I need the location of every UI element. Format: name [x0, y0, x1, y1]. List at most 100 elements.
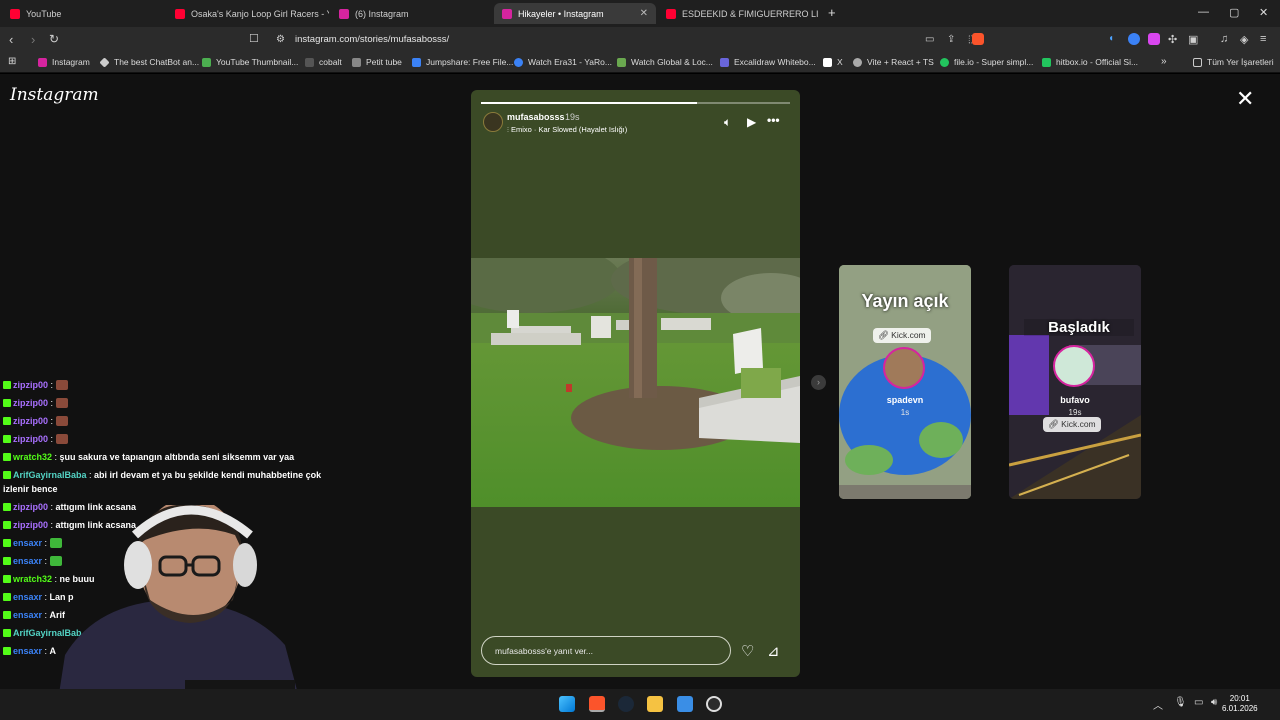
tab-label: Hikayeler • Instagram — [518, 8, 604, 19]
tab-live[interactable]: ESDEEKID & FIMIGUERRERO LIVE @ — [658, 3, 818, 24]
tab-label: ESDEEKID & FIMIGUERRERO LIVE @ — [682, 8, 818, 19]
chat-separator: : — [52, 452, 60, 462]
more-options-icon[interactable]: ••• — [767, 113, 780, 127]
emote-icon — [55, 434, 68, 444]
cemetery-photo — [471, 258, 800, 507]
bookmark-hitbox[interactable]: hitbox.io - Official Si... — [1042, 57, 1138, 67]
webcam-overlay — [55, 505, 305, 720]
avatar[interactable] — [883, 347, 925, 389]
kick-badge-icon — [3, 521, 11, 529]
send-icon[interactable]: ⊿ — [767, 642, 780, 660]
bookmark-vite[interactable]: Vite + React + TS — [853, 57, 934, 67]
cast-icon[interactable]: ▭ — [925, 34, 934, 45]
brave-icon[interactable] — [589, 696, 605, 712]
tab-youtube[interactable]: YouTube — [2, 3, 167, 24]
site-settings-icon[interactable]: ⚙ — [276, 34, 285, 45]
tab-instagram[interactable]: (6) Instagram — [331, 3, 493, 24]
kick-link-chip[interactable]: 🔗︎ Kick.com — [1043, 417, 1101, 432]
kick-badge-icon — [3, 647, 11, 655]
minimize-button[interactable]: — — [1198, 6, 1209, 18]
close-tab-icon[interactable]: ✕ — [640, 8, 648, 19]
jumpshare-icon — [412, 57, 421, 67]
extension-audio-icon[interactable]: ◖ — [1108, 33, 1120, 45]
bookmark-fileio[interactable]: file.io - Super simpl... — [940, 57, 1033, 67]
side-story-title: Başladık — [1024, 319, 1134, 336]
side-story-card[interactable]: Başladık bufavo 19s 🔗︎ Kick.com — [1009, 265, 1141, 499]
reply-input[interactable]: mufasabosss'e yanıt ver... — [481, 636, 731, 665]
chat-username[interactable]: wratch32 — [13, 452, 52, 462]
chat-username[interactable]: zipzip00 — [13, 398, 48, 408]
youtube-icon — [175, 8, 185, 19]
story-viewer[interactable]: mufasabosss 19s ⫶ Emixo · Kar Slowed (Ha… — [471, 90, 800, 677]
extension-pink-icon[interactable] — [1148, 33, 1160, 45]
forward-icon[interactable]: › — [31, 32, 35, 47]
address-bar: ‹ › ↻ ☐ ⚙ instagram.com/stories/mufasabo… — [0, 27, 1280, 53]
chat-username[interactable]: zipzip00 — [13, 380, 48, 390]
url-field[interactable]: instagram.com/stories/mufasabosss/ — [295, 34, 449, 45]
windows-start-icon[interactable] — [559, 696, 575, 712]
bookmark-x[interactable]: X — [823, 57, 843, 67]
more-bookmarks-icon[interactable]: » — [1161, 56, 1167, 67]
bookmark-chatbot[interactable]: The best ChatBot an... — [99, 56, 199, 68]
music-icon[interactable]: ♫ — [1220, 33, 1228, 45]
bookmark-era31[interactable]: Watch Era31 - YaRo... — [514, 57, 612, 67]
apps-grid-icon[interactable]: ⊞ — [8, 56, 16, 67]
window-close-button[interactable]: ✕ — [1259, 6, 1268, 19]
extensions-icon[interactable]: ✣ — [1168, 33, 1177, 46]
chat-message-continuation: izlenir bence — [3, 484, 58, 494]
tray-overflow-icon[interactable]: ︿ — [1153, 697, 1163, 712]
next-story-arrow[interactable]: › — [811, 375, 826, 390]
chat-username[interactable]: zipzip00 — [13, 416, 48, 426]
obs-icon[interactable] — [706, 696, 722, 712]
story-username[interactable]: mufasabosss — [507, 112, 565, 122]
tab-label: YouTube — [26, 8, 62, 19]
bookmark-instagram[interactable]: Instagram — [38, 57, 90, 67]
vpn-icon[interactable]: ◈ — [1240, 33, 1248, 46]
display-icon[interactable]: ▭ — [1194, 697, 1203, 708]
side-story-username: spadevn — [886, 395, 924, 405]
tab-osaka-video[interactable]: Osaka's Kanjo Loop Girl Racers - You — [167, 3, 329, 24]
all-bookmarks-folder[interactable]: Tüm Yer İşaretleri — [1193, 57, 1274, 67]
tab-hikayeler[interactable]: Hikayeler • Instagram ✕ — [494, 3, 656, 24]
bookmark-petit-tube[interactable]: Petit tube — [352, 57, 402, 67]
sidebar-icon[interactable]: ▣ — [1188, 33, 1198, 46]
chat-message: ArifGayirnalBaba : abi irl devam et ya b… — [3, 468, 321, 482]
back-icon[interactable]: ‹ — [9, 32, 13, 47]
menu-icon[interactable]: ≡ — [1260, 33, 1266, 45]
bookmark-icon[interactable]: ☐ — [249, 32, 259, 45]
bookmark-watch-global[interactable]: Watch Global & Loc... — [617, 57, 713, 67]
chat-username[interactable]: zipzip00 — [13, 434, 48, 444]
bookmark-cobalt[interactable]: cobalt — [305, 57, 342, 67]
volume-tray-icon[interactable]: 🔊︎ — [1211, 697, 1217, 708]
story-progress-fill — [481, 102, 698, 104]
reload-icon[interactable]: ↻ — [49, 32, 59, 46]
steam-icon[interactable] — [618, 696, 634, 712]
chatbot-icon — [99, 56, 110, 68]
instagram-logo[interactable]: Instagram — [10, 85, 99, 105]
file-explorer-icon[interactable] — [647, 696, 663, 712]
microphone-icon[interactable]: 🎙︎ — [1174, 697, 1187, 708]
close-stories-button[interactable]: ✕ — [1236, 88, 1254, 110]
bookmark-excalidraw[interactable]: Excalidraw Whitebo... — [720, 57, 816, 67]
avatar[interactable] — [483, 112, 503, 132]
browser-tabbar: YouTube Osaka's Kanjo Loop Girl Racers -… — [0, 0, 1280, 27]
volume-icon[interactable]: 🔈︎ — [724, 115, 731, 130]
side-story-card[interactable]: Yayın açık 🔗︎ Kick.com spadevn 1s — [839, 265, 971, 499]
monitor-app-icon[interactable] — [677, 696, 693, 712]
story-song[interactable]: ⫶ Emixo · Kar Slowed (Hayalet Islığı) — [507, 125, 627, 135]
chat-username[interactable]: ArifGayirnalBaba — [13, 470, 87, 480]
maximize-button[interactable]: ▢ — [1229, 6, 1239, 19]
extension-blue-icon[interactable] — [1128, 33, 1140, 45]
excalidraw-icon — [720, 57, 729, 67]
kick-link-chip[interactable]: 🔗︎ Kick.com — [873, 328, 931, 343]
like-icon[interactable]: ♡ — [741, 642, 754, 660]
bookmark-thumbnail[interactable]: YouTube Thumbnail... — [202, 57, 298, 67]
share-icon[interactable]: ⇪ — [947, 34, 955, 45]
new-tab-button[interactable]: + — [828, 5, 836, 20]
cobalt-icon — [305, 57, 314, 67]
brave-shield-icon[interactable] — [972, 33, 984, 45]
bookmark-jumpshare[interactable]: Jumpshare: Free File... — [412, 57, 513, 67]
system-clock[interactable]: 20:01 6.01.2026 — [1222, 694, 1258, 714]
play-icon[interactable]: ▶ — [747, 115, 756, 129]
avatar[interactable] — [1053, 345, 1095, 387]
